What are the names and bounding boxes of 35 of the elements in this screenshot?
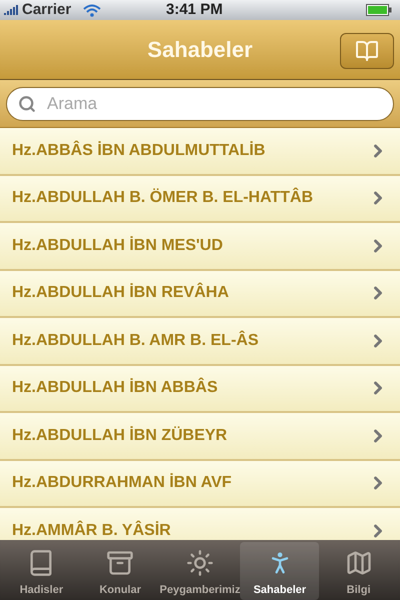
list-row[interactable]: Hz.AMMÂR B. YÂSİR [0, 508, 400, 540]
book-icon [355, 39, 379, 63]
list-row[interactable]: Hz.ABDULLAH İBN ZÜBEYR [0, 413, 400, 460]
row-label: Hz.ABDURRAHMAN İBN AVF [12, 472, 233, 494]
list-row[interactable]: Hz.ABDULLAH İBN REVÂHA [0, 270, 400, 318]
signal-icon [4, 5, 20, 15]
carrier-name: Carrier [22, 0, 72, 20]
list-row[interactable]: Hz.ABDULLAH B. AMR B. EL-ÂS [0, 318, 400, 366]
row-label: Hz.ABDULLAH İBN ZÜBEYR [12, 425, 228, 446]
list-row[interactable]: Hz.ABDURRAHMAN İBN AVF [0, 460, 400, 508]
map-icon [344, 548, 373, 576]
search-icon [18, 94, 36, 112]
tab[interactable]: Peygamberimiz [160, 542, 240, 600]
row-label: Hz.ABDULLAH B. ÖMER B. EL-HATTÂB [12, 186, 314, 208]
list-row[interactable]: Hz.ABBÂS İBN ABDULMUTTALİB [0, 128, 400, 176]
tab[interactable]: Hadisler [2, 542, 81, 600]
sun-icon [186, 548, 214, 576]
list-row[interactable]: Hz.ABDULLAH İBN MES'UD [0, 223, 400, 270]
wifi-icon [83, 4, 102, 16]
list-row[interactable]: Hz.ABDULLAH B. ÖMER B. EL-HATTÂB [0, 176, 400, 223]
nav-title: Sahabeler [147, 36, 253, 64]
search-field[interactable]: Arama [6, 86, 394, 120]
list-row[interactable]: Hz.ABDULLAH İBN ABBÂS [0, 366, 400, 413]
tab[interactable]: Bilgi [319, 542, 398, 600]
row-label: Hz.ABDULLAH İBN ABBÂS [12, 376, 219, 398]
row-label: Hz.ABDULLAH B. AMR B. EL-ÂS [12, 330, 260, 351]
bookmarks-button[interactable] [340, 33, 394, 69]
row-label: Hz.ABBÂS İBN ABDULMUTTALİB [12, 140, 266, 161]
clock: 3:41 PM [166, 0, 223, 20]
tab[interactable]: Konular [80, 542, 160, 600]
row-label: Hz.AMMÂR B. YÂSİR [12, 520, 172, 540]
row-label: Hz.ABDULLAH İBN REVÂHA [12, 282, 230, 304]
row-label: Hz.ABDULLAH İBN MES'UD [12, 235, 224, 256]
tab[interactable]: Sahabeler [240, 542, 320, 600]
battery-icon [366, 4, 392, 16]
